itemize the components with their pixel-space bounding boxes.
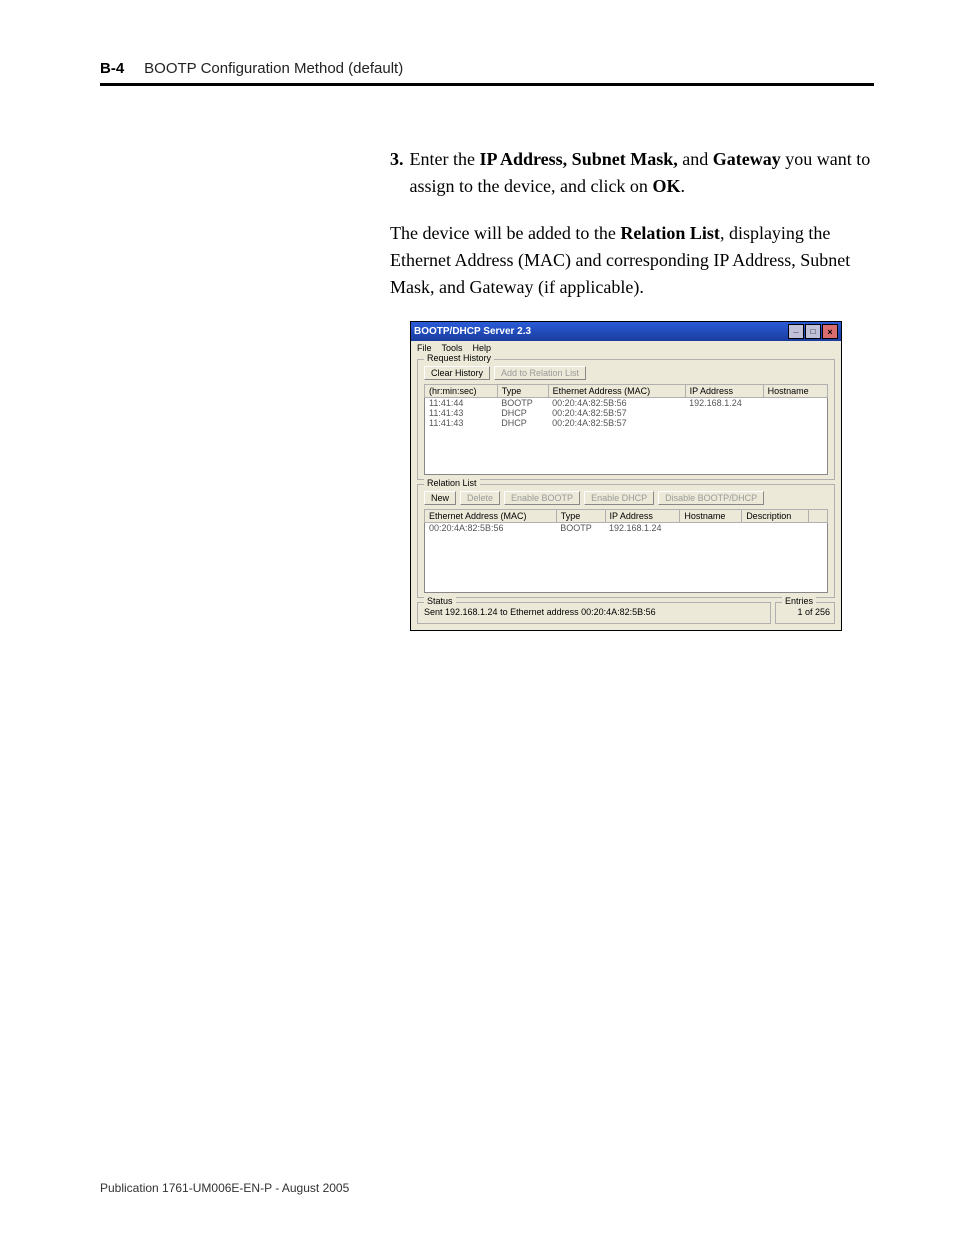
table-row[interactable]: 11:41:43 DHCP 00:20:4A:82:5B:57 bbox=[425, 408, 828, 418]
col-type[interactable]: Type bbox=[497, 385, 548, 398]
col-ip[interactable]: IP Address bbox=[605, 509, 680, 522]
close-button[interactable] bbox=[822, 324, 838, 339]
menu-help[interactable]: Help bbox=[473, 343, 492, 353]
step-3: 3. Enter the IP Address, Subnet Mask, an… bbox=[390, 146, 874, 200]
relation-list-buttons: New Delete Enable BOOTP Enable DHCP Disa… bbox=[424, 491, 828, 505]
step-paragraph: The device will be added to the Relation… bbox=[390, 220, 874, 301]
request-history-buttons: Clear History Add to Relation List bbox=[424, 366, 828, 380]
body-content: 3. Enter the IP Address, Subnet Mask, an… bbox=[390, 146, 874, 301]
col-host[interactable]: Hostname bbox=[680, 509, 742, 522]
menu-file[interactable]: File bbox=[417, 343, 432, 353]
header-rule bbox=[100, 83, 874, 86]
relation-header-row: Ethernet Address (MAC) Type IP Address H… bbox=[425, 509, 828, 522]
col-mac[interactable]: Ethernet Address (MAC) bbox=[425, 509, 557, 522]
status-text: Sent 192.168.1.24 to Ethernet address 00… bbox=[424, 607, 656, 617]
minimize-button[interactable] bbox=[788, 324, 804, 339]
entries-text: 1 of 256 bbox=[797, 607, 830, 617]
titlebar[interactable]: BOOTP/DHCP Server 2.3 bbox=[411, 322, 841, 341]
table-row[interactable]: 11:41:44 BOOTP 00:20:4A:82:5B:56 192.168… bbox=[425, 398, 828, 409]
entries-group: Entries 1 of 256 bbox=[775, 602, 835, 624]
bootp-window: BOOTP/DHCP Server 2.3 File Tools Help Re… bbox=[410, 321, 842, 631]
table-row[interactable]: 11:41:43 DHCP 00:20:4A:82:5B:57 bbox=[425, 418, 828, 428]
window-controls bbox=[788, 324, 838, 339]
entries-title: Entries bbox=[782, 596, 816, 606]
col-spacer bbox=[809, 509, 828, 522]
request-history-group: Request History Clear History Add to Rel… bbox=[417, 359, 835, 480]
col-type[interactable]: Type bbox=[556, 509, 605, 522]
add-to-relation-button[interactable]: Add to Relation List bbox=[494, 366, 586, 380]
col-time[interactable]: (hr:min:sec) bbox=[425, 385, 498, 398]
status-row: Status Sent 192.168.1.24 to Ethernet add… bbox=[417, 602, 835, 624]
relation-list-table[interactable]: Ethernet Address (MAC) Type IP Address H… bbox=[424, 509, 828, 594]
request-history-header-row: (hr:min:sec) Type Ethernet Address (MAC)… bbox=[425, 385, 828, 398]
enable-bootp-button[interactable]: Enable BOOTP bbox=[504, 491, 580, 505]
window-title: BOOTP/DHCP Server 2.3 bbox=[414, 326, 531, 337]
page-number: B-4 bbox=[100, 60, 124, 77]
request-history-title: Request History bbox=[424, 353, 494, 363]
footer: Publication 1761-UM006E-EN-P - August 20… bbox=[100, 1181, 349, 1195]
new-button[interactable]: New bbox=[424, 491, 456, 505]
step-number: 3. bbox=[390, 146, 404, 200]
request-history-table[interactable]: (hr:min:sec) Type Ethernet Address (MAC)… bbox=[424, 384, 828, 475]
col-mac[interactable]: Ethernet Address (MAC) bbox=[548, 385, 685, 398]
col-host[interactable]: Hostname bbox=[763, 385, 827, 398]
header-title: BOOTP Configuration Method (default) bbox=[144, 60, 403, 77]
table-row[interactable]: 00:20:4A:82:5B:56 BOOTP 192.168.1.24 bbox=[425, 522, 828, 533]
col-desc[interactable]: Description bbox=[742, 509, 809, 522]
enable-dhcp-button[interactable]: Enable DHCP bbox=[584, 491, 654, 505]
status-group: Status Sent 192.168.1.24 to Ethernet add… bbox=[417, 602, 771, 624]
status-title: Status bbox=[424, 596, 456, 606]
relation-list-group: Relation List New Delete Enable BOOTP En… bbox=[417, 484, 835, 599]
relation-list-title: Relation List bbox=[424, 478, 480, 488]
menu-tools[interactable]: Tools bbox=[442, 343, 463, 353]
maximize-button[interactable] bbox=[805, 324, 821, 339]
delete-button[interactable]: Delete bbox=[460, 491, 500, 505]
page-header: B-4 BOOTP Configuration Method (default) bbox=[100, 60, 874, 77]
disable-bootp-dhcp-button[interactable]: Disable BOOTP/DHCP bbox=[658, 491, 764, 505]
clear-history-button[interactable]: Clear History bbox=[424, 366, 490, 380]
step-text: Enter the IP Address, Subnet Mask, and G… bbox=[410, 146, 875, 200]
col-ip[interactable]: IP Address bbox=[685, 385, 763, 398]
